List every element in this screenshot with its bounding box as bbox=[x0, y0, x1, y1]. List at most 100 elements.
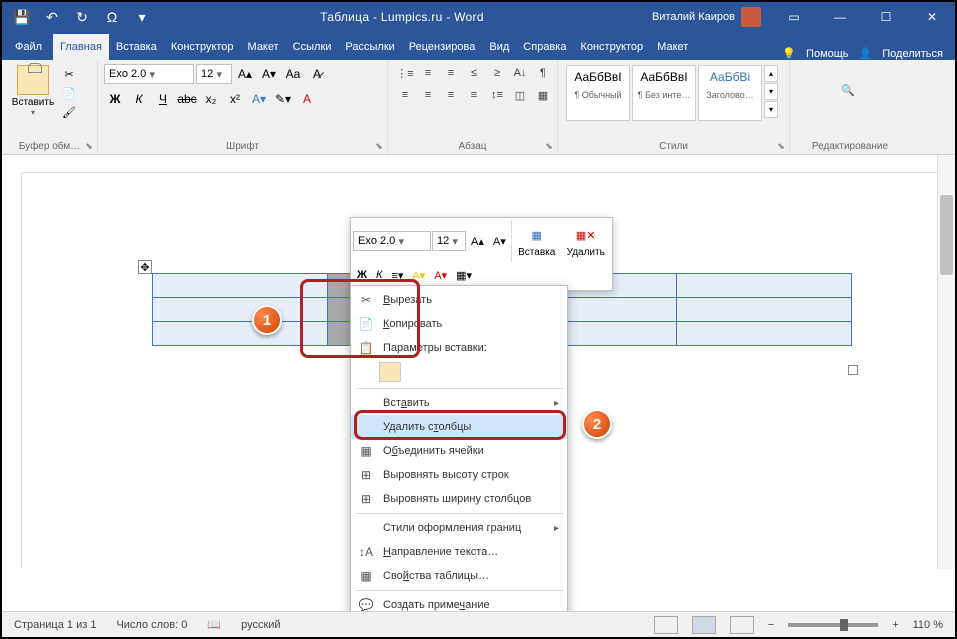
underline-button[interactable]: Ч bbox=[152, 88, 174, 110]
align-center-icon[interactable]: ≡ bbox=[417, 85, 439, 105]
tab-table-design[interactable]: Конструктор bbox=[573, 34, 650, 60]
table-cell[interactable] bbox=[677, 274, 852, 298]
multilevel-icon[interactable]: ≡ bbox=[440, 63, 462, 83]
style-no-spacing[interactable]: АаБбВвІ ¶ Без инте… bbox=[632, 65, 696, 121]
close-button[interactable]: ✕ bbox=[909, 2, 955, 32]
shading-icon[interactable]: ◫ bbox=[509, 85, 531, 105]
tab-mailings[interactable]: Рассылки bbox=[338, 34, 401, 60]
print-layout-icon[interactable] bbox=[692, 616, 716, 634]
table-move-handle[interactable]: ✥ bbox=[138, 260, 152, 274]
sort-icon[interactable]: A↓ bbox=[509, 63, 531, 83]
strike-button[interactable]: abc bbox=[176, 88, 198, 110]
vertical-scrollbar[interactable] bbox=[937, 155, 955, 569]
numbering-icon[interactable]: ≡ bbox=[417, 63, 439, 83]
font-color-button[interactable]: A bbox=[296, 88, 318, 110]
tab-table-layout[interactable]: Макет bbox=[650, 34, 695, 60]
proofing-icon[interactable]: 📖 bbox=[207, 618, 221, 631]
style-normal[interactable]: АаБбВвІ ¶ Обычный bbox=[566, 65, 630, 121]
cm-table-properties[interactable]: ▦ Свойства таблицы… bbox=[351, 564, 567, 588]
ruler-horizontal[interactable] bbox=[22, 155, 955, 173]
font-name-combo[interactable]: Exo 2.0▾ bbox=[104, 64, 194, 84]
cm-border-styles[interactable]: Стили оформления границ ▸ bbox=[351, 516, 567, 540]
styles-gallery[interactable]: АаБбВвІ ¶ Обычный АаБбВвІ ¶ Без инте… Аа… bbox=[564, 63, 780, 123]
align-right-icon[interactable]: ≡ bbox=[440, 85, 462, 105]
table-cell[interactable] bbox=[677, 322, 852, 346]
ribbon-options-icon[interactable]: ▭ bbox=[771, 2, 817, 32]
table-resize-handle[interactable] bbox=[848, 365, 858, 375]
format-painter-icon[interactable]: 🖌 bbox=[60, 103, 78, 121]
status-page[interactable]: Страница 1 из 1 bbox=[14, 619, 96, 631]
table-cell[interactable] bbox=[677, 298, 852, 322]
subscript-button[interactable]: x₂ bbox=[200, 88, 222, 110]
style-heading[interactable]: АаБбВі Заголово… bbox=[698, 65, 762, 121]
user-area[interactable]: Виталий Каиров bbox=[642, 7, 771, 27]
zoom-slider[interactable] bbox=[788, 623, 878, 627]
scrollbar-thumb[interactable] bbox=[940, 195, 953, 275]
tab-review[interactable]: Рецензирова bbox=[402, 34, 483, 60]
tab-home[interactable]: Главная bbox=[53, 34, 109, 60]
indent-left-icon[interactable]: ≤ bbox=[463, 63, 485, 83]
clipboard-launcher[interactable]: ⬊ bbox=[83, 140, 95, 152]
mini-grow-icon[interactable]: A▴ bbox=[467, 230, 488, 252]
grow-font-icon[interactable]: A▴ bbox=[234, 63, 256, 85]
cm-delete-columns[interactable]: Удалить столбцы bbox=[351, 415, 567, 439]
mini-insert-icon[interactable]: ▦ bbox=[513, 225, 561, 247]
bold-button[interactable]: Ж bbox=[104, 88, 126, 110]
mini-italic-button[interactable]: К bbox=[372, 264, 386, 286]
font-size-combo[interactable]: 12▾ bbox=[196, 64, 232, 84]
align-justify-icon[interactable]: ≡ bbox=[463, 85, 485, 105]
maximize-button[interactable]: ☐ bbox=[863, 2, 909, 32]
tab-insert[interactable]: Вставка bbox=[109, 34, 164, 60]
qat-dropdown-icon[interactable]: ▾ bbox=[130, 5, 154, 29]
cm-cut[interactable]: ✂ ВВырезатьырезать bbox=[351, 288, 567, 312]
tab-view[interactable]: Вид bbox=[482, 34, 516, 60]
ruler-vertical[interactable] bbox=[2, 173, 22, 569]
align-left-icon[interactable]: ≡ bbox=[394, 85, 416, 105]
tab-references[interactable]: Ссылки bbox=[286, 34, 339, 60]
minimize-button[interactable]: — bbox=[817, 2, 863, 32]
table-cell[interactable] bbox=[153, 322, 328, 346]
cut-icon[interactable]: ✂ bbox=[60, 65, 78, 83]
line-spacing-icon[interactable]: ↕≡ bbox=[486, 85, 508, 105]
mini-shrink-icon[interactable]: A▾ bbox=[489, 230, 510, 252]
highlight-icon[interactable]: ✎▾ bbox=[272, 88, 294, 110]
status-language[interactable]: русский bbox=[241, 619, 280, 631]
styles-down-icon[interactable]: ▾ bbox=[764, 83, 778, 100]
zoom-thumb[interactable] bbox=[840, 619, 848, 631]
copy-icon[interactable]: 📄 bbox=[60, 84, 78, 102]
paste-button[interactable]: Вставить ▾ bbox=[8, 63, 58, 119]
read-mode-icon[interactable] bbox=[654, 616, 678, 634]
zoom-level[interactable]: 110 % bbox=[913, 619, 943, 631]
bullets-icon[interactable]: ⋮≡ bbox=[394, 63, 416, 83]
table-cell[interactable] bbox=[153, 298, 328, 322]
undo-icon[interactable]: ↶ bbox=[40, 5, 64, 29]
paste-option-keep-formatting[interactable] bbox=[379, 362, 401, 382]
borders-icon[interactable]: ▦ bbox=[532, 85, 554, 105]
editing-button[interactable]: 🔍 bbox=[796, 63, 906, 125]
tab-layout[interactable]: Макет bbox=[241, 34, 286, 60]
redo-icon[interactable]: ↻ bbox=[70, 5, 94, 29]
mini-size-combo[interactable]: 12▾ bbox=[432, 231, 466, 251]
styles-up-icon[interactable]: ▴ bbox=[764, 65, 778, 82]
table-cell[interactable] bbox=[153, 274, 328, 298]
tab-design[interactable]: Конструктор bbox=[164, 34, 241, 60]
clear-format-icon[interactable]: A̷ bbox=[306, 63, 328, 85]
cm-distribute-rows[interactable]: ⊞ Выровнять высоту строк bbox=[351, 463, 567, 487]
tab-file[interactable]: Файл bbox=[4, 34, 53, 60]
share-button[interactable]: Поделиться bbox=[882, 48, 943, 60]
tab-help[interactable]: Справка bbox=[516, 34, 573, 60]
cm-insert[interactable]: Вставить ▸ bbox=[351, 391, 567, 415]
cm-distribute-cols[interactable]: ⊞ Выровнять ширину столбцов bbox=[351, 487, 567, 511]
cm-merge-cells[interactable]: ▦ Объединить ячейки bbox=[351, 439, 567, 463]
font-launcher[interactable]: ⬊ bbox=[373, 140, 385, 152]
paragraph-launcher[interactable]: ⬊ bbox=[543, 140, 555, 152]
tell-me[interactable]: Помощь bbox=[806, 48, 849, 60]
italic-button[interactable]: К bbox=[128, 88, 150, 110]
save-icon[interactable]: 💾 bbox=[10, 5, 34, 29]
styles-launcher[interactable]: ⬊ bbox=[775, 140, 787, 152]
cm-text-direction[interactable]: ↕A Направление текста… bbox=[351, 540, 567, 564]
cm-copy[interactable]: 📄 Копировать bbox=[351, 312, 567, 336]
mini-align-icon[interactable]: ≡▾ bbox=[387, 264, 407, 286]
mini-border-icon[interactable]: ▦▾ bbox=[452, 264, 476, 286]
status-word-count[interactable]: Число слов: 0 bbox=[116, 619, 187, 631]
